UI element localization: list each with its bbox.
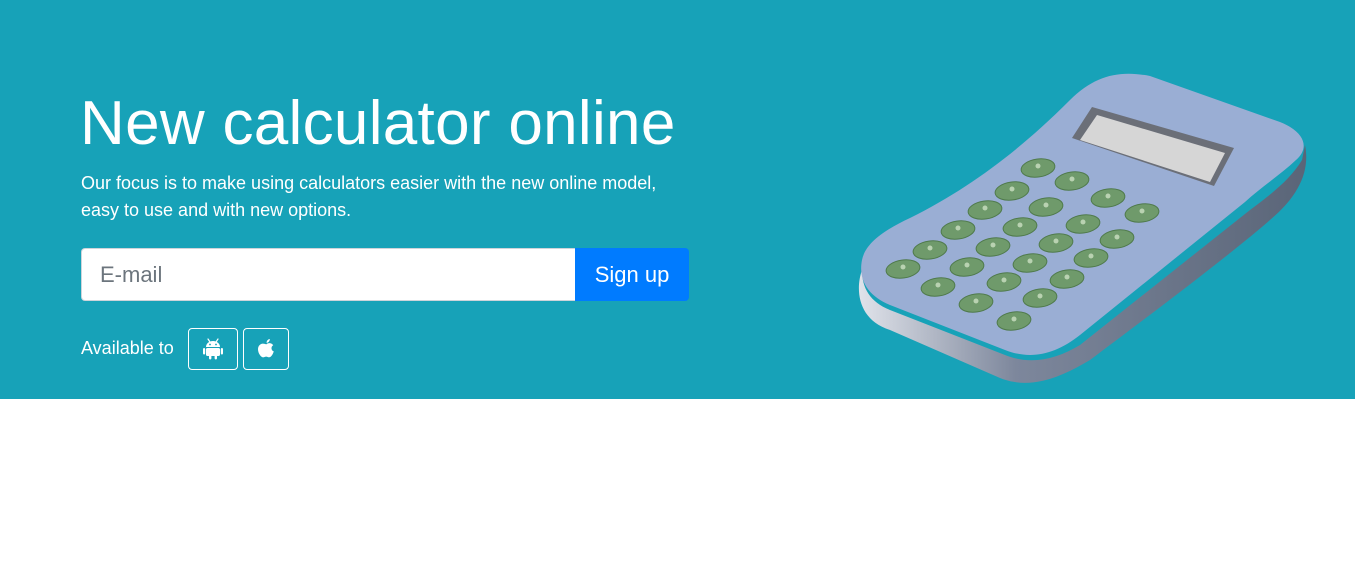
calculator-illustration [850,60,1320,390]
available-to-label: Available to [81,338,174,358]
signup-button[interactable]: Sign up [575,248,689,301]
signup-form: Sign up [81,248,689,301]
apple-button[interactable] [243,328,289,370]
email-input[interactable] [81,248,575,301]
page-title: New calculator online [80,89,676,158]
android-icon [203,338,223,360]
android-button[interactable] [188,328,238,370]
hero-lead-text: Our focus is to make using calculators e… [81,173,657,220]
apple-icon [257,338,276,360]
hero-section: New calculator online Our focus is to ma… [0,0,1355,399]
